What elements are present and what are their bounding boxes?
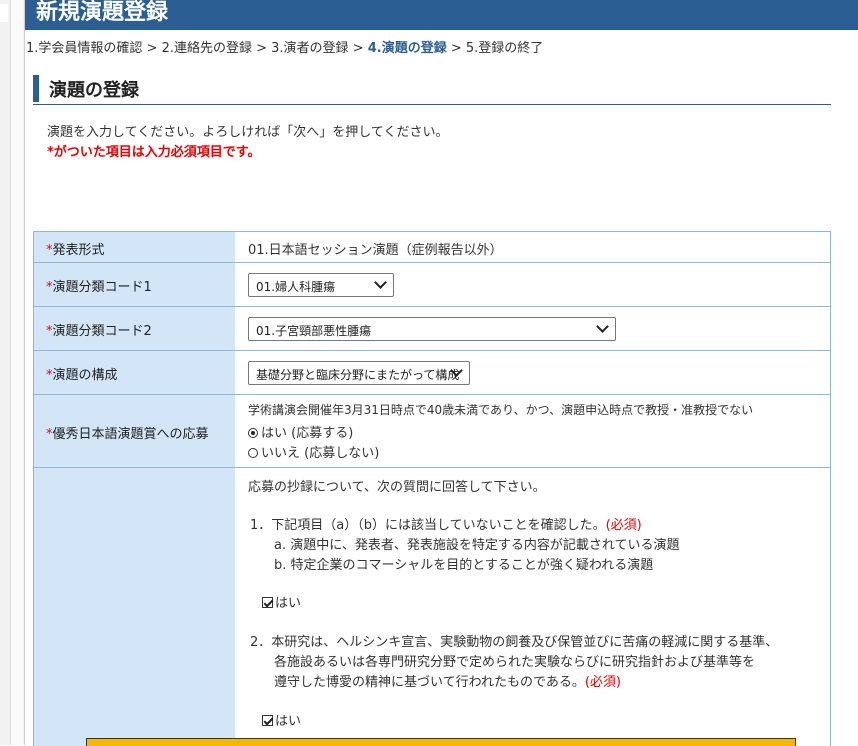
step-sep: > [142,41,162,56]
checkbox-checked-icon [262,597,273,608]
radio-selected-icon [248,428,258,438]
row-composition: *演題の構成 基礎分野と臨床分野にまたがって構成 [34,351,830,395]
composition-label: 演題の構成 [52,368,118,383]
step-sep: > [446,41,466,56]
question-1-check-label: はい [275,596,302,611]
sidebar-tab [0,4,8,22]
step-3: 3.演者の登録 [271,41,349,56]
row-category1: *演題分類コード1 01.婦人科腫瘍 [34,263,830,307]
step-sep: > [348,41,368,56]
question-1-item-a: a. 演題中に、発表者、発表施設を特定する内容が記載されている演題 [274,538,680,553]
composition-select[interactable]: 基礎分野と臨床分野にまたがって構成 [248,361,470,385]
award-yes-label: はい (応募する) [261,426,354,441]
step-5: 5.登録の終了 [465,41,544,56]
composition-selected: 基礎分野と臨床分野にまたがって構成 [256,368,460,382]
step-4-current: 4.演題の登録 [367,41,447,56]
left-sidebar-strip [0,0,25,745]
award-label: 優秀日本語演題賞への応募 [52,427,209,442]
title-bar: 新規演題登録 [25,0,858,30]
page-title: 新規演題登録 [36,0,169,25]
category2-label: 演題分類コード2 [52,324,152,339]
question-2-line1: 2．本研究は、ヘルシンキ宣言、実験動物の飼養及び保管並びに苦痛の軽減に関する基準… [250,635,779,650]
chevron-down-icon [374,276,387,289]
abstract-form: *発表形式 01.日本語セッション演題（症例報告以外） *演題分類コード1 01… [33,231,831,746]
section-header: 演題の登録 [33,74,831,105]
sidebar-inner [10,0,23,745]
radio-unselected-icon [248,448,258,458]
category2-select[interactable]: 01.子宮頸部悪性腫瘍 [248,317,616,341]
category2-selected: 01.子宮頸部悪性腫瘍 [256,324,372,338]
row-format: *発表形式 01.日本語セッション演題（症例報告以外） [34,232,830,263]
intro-text: 演題を入力してください。よろしければ「次へ」を押してください。 [47,125,449,140]
required-note: *がついた項目は入力必須項目です。 [47,145,261,160]
required-tag: (必須) [605,518,642,533]
question-1-item-b: b. 特定企業のコマーシャルを目的とすることが強く疑われる演題 [274,558,654,573]
question-1: 1．下記項目（a）（b）には該当していないことを確認した。(必須) [250,518,642,533]
checkbox-checked-icon [262,715,273,726]
step-2: 2.連絡先の登録 [161,41,252,56]
row-questions: 応募の抄録について、次の質問に回答して下さい。 1．下記項目（a）（b）には該当… [34,468,830,746]
award-no-label: いいえ (応募しない) [261,446,380,461]
step-sep: > [251,41,272,56]
question-2-check-label: はい [275,714,302,729]
step-1: 1.学会員情報の確認 [26,41,143,56]
step-breadcrumb: 1.学会員情報の確認 > 2.連絡先の登録 > 3.演者の登録 > 4.演題の登… [26,37,543,56]
section-title: 演題の登録 [49,80,139,101]
chevron-down-icon [596,320,609,333]
format-value: 01.日本語セッション演題（症例報告以外） [248,243,503,258]
question-2-line3: 遵守した博愛の精神に基づいて行われたものである。(必須) [274,675,621,690]
format-label: 発表形式 [52,243,105,258]
question-2-checkbox[interactable]: はい [262,710,301,729]
award-note: 学術講演会開催年3月31日時点で40歳未満であり、かつ、演題申込時点で教授・准教… [248,403,754,417]
category1-select[interactable]: 01.婦人科腫瘍 [248,273,394,297]
award-no-option[interactable]: いいえ (応募しない) [248,442,379,461]
section-accent-bar [33,75,39,102]
category1-label: 演題分類コード1 [52,280,152,295]
question-1-checkbox[interactable]: はい [262,592,301,611]
row-category2: *演題分類コード2 01.子宮頸部悪性腫瘍 [34,307,830,351]
category1-selected: 01.婦人科腫瘍 [256,280,336,294]
question-2-line2: 各施設あるいは各専門研究分野で定められた実験ならびに研究指針および基準等を [274,655,756,670]
award-yes-option[interactable]: はい (応募する) [248,422,353,441]
row-award: *優秀日本語演題賞への応募 学術講演会開催年3月31日時点で40歳未満であり、か… [34,395,830,468]
required-tag: (必須) [584,675,621,690]
questions-intro: 応募の抄録について、次の質問に回答して下さい。 [248,480,546,495]
